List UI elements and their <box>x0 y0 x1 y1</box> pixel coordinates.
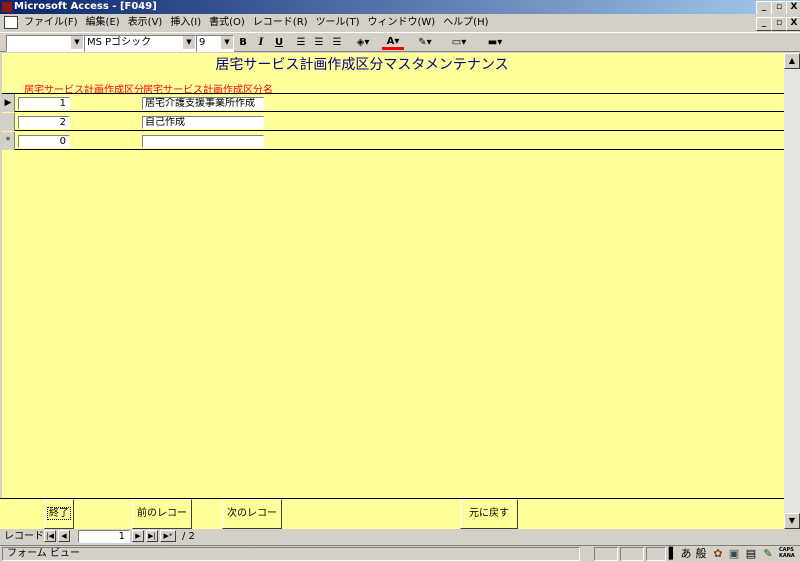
name-field[interactable] <box>142 135 264 148</box>
align-left-icon[interactable]: ☰ <box>294 36 308 50</box>
name-field[interactable]: 居宅介護支援事業所作成 <box>142 97 264 110</box>
status-panel-1 <box>594 547 618 561</box>
font-color-icon[interactable]: A▾ <box>382 36 404 50</box>
exit-button-label: 終了 <box>47 507 71 520</box>
exit-button[interactable]: 終了 <box>44 499 74 529</box>
status-panel-2 <box>620 547 644 561</box>
scroll-up-icon[interactable]: ▲ <box>784 53 800 69</box>
prev-record-button[interactable]: 前のレコード <box>132 499 192 547</box>
menu-window[interactable]: ウィンドウ(W) <box>363 14 439 32</box>
underline-button[interactable]: U <box>272 36 286 50</box>
menu-help[interactable]: ヘルプ(H) <box>439 14 492 32</box>
menu-file[interactable]: ファイル(F) <box>20 14 82 32</box>
form-title: 居宅サービス計画作成区分マスタメンテナンス <box>215 57 509 73</box>
bold-button[interactable]: B <box>236 36 250 50</box>
first-record-icon[interactable]: |◀ <box>44 530 56 542</box>
menu-bar: ファイル(F) 編集(E) 表示(V) 挿入(I) 書式(O) レコード(R) ツール(T)… <box>0 14 800 32</box>
border-width-icon[interactable]: ▬▾ <box>478 36 512 50</box>
ime-conversion-mode[interactable]: 般 <box>694 546 708 562</box>
doc-close-button[interactable]: X <box>786 17 800 31</box>
record-navigation-bar: レコード: |◀ ◀ 1 ▶ ▶| ▶* / 2 <box>0 529 800 544</box>
font-name-value: MS Pゴシック <box>87 37 152 48</box>
undo-button[interactable]: 元に戻す <box>460 499 518 529</box>
special-effect-icon[interactable]: ▭▾ <box>446 36 472 50</box>
code-field[interactable]: 0 <box>18 135 70 148</box>
code-field[interactable]: 2 <box>18 116 70 129</box>
current-record-field[interactable]: 1 <box>78 530 130 543</box>
table-row: 2 自己作成 <box>2 113 784 131</box>
italic-button[interactable]: I <box>254 36 268 50</box>
table-row: ▶ 1 居宅介護支援事業所作成 <box>2 94 784 112</box>
form-footer: 終了 前のレコード 次のレコード 元に戻す <box>0 498 784 547</box>
kana-indicator: KANA <box>779 553 795 559</box>
ime-input-mode[interactable]: あ <box>679 546 693 562</box>
next-record-button[interactable]: 次のレコード <box>222 499 282 547</box>
vertical-scrollbar[interactable]: ▲ ▼ <box>784 53 800 529</box>
chevron-down-icon[interactable]: ▼ <box>71 36 83 49</box>
menu-insert[interactable]: 挿入(I) <box>166 14 205 32</box>
line-color-icon[interactable]: ✎▾ <box>414 36 436 50</box>
align-right-icon[interactable]: ☰ <box>330 36 344 50</box>
object-combo[interactable]: ▼ <box>6 35 84 52</box>
fill-color-icon[interactable]: ◈▾ <box>352 36 374 50</box>
ime-tool-icon[interactable]: ✿ <box>711 546 725 562</box>
previous-record-icon[interactable]: ◀ <box>58 530 70 542</box>
access-key-icon <box>2 2 12 12</box>
ime-help-icon[interactable]: ✎ <box>761 546 775 562</box>
chevron-down-icon[interactable]: ▼ <box>183 36 195 49</box>
close-button[interactable]: X <box>786 1 800 15</box>
font-name-combo[interactable]: MS Pゴシック ▼ <box>84 35 196 52</box>
doc-minimize-button[interactable]: _ <box>756 17 772 31</box>
menu-tools[interactable]: ツール(T) <box>312 14 364 32</box>
scroll-down-icon[interactable]: ▼ <box>784 513 800 529</box>
form-document-icon[interactable] <box>4 15 18 29</box>
formatting-toolbar: ▼ MS Pゴシック ▼ 9 ▼ B I U ☰ ☰ ☰ ◈▾ A▾ ✎▾ ▭▾… <box>0 32 800 52</box>
record-total: / 2 <box>182 531 195 542</box>
ime-dictionary-icon[interactable]: ▤ <box>744 546 758 562</box>
name-field[interactable]: 自己作成 <box>142 116 264 129</box>
font-size-combo[interactable]: 9 ▼ <box>196 35 234 52</box>
table-row-new: * 0 <box>2 132 784 150</box>
chevron-down-icon[interactable]: ▼ <box>221 36 233 49</box>
record-selector[interactable]: ▶ <box>2 94 15 112</box>
menu-edit[interactable]: 編集(E) <box>82 14 124 32</box>
title-bar: Microsoft Access - [F049] _ ▫ X <box>0 0 800 15</box>
status-bar: フォーム ビュー ▌ あ 般 ✿ ▣ ▤ ✎ CAPS KANA <box>0 545 800 562</box>
font-size-value: 9 <box>199 37 206 48</box>
window-title: Microsoft Access - [F049] <box>14 1 157 12</box>
last-record-icon[interactable]: ▶| <box>146 530 158 542</box>
code-field[interactable]: 1 <box>18 97 70 110</box>
align-center-icon[interactable]: ☰ <box>312 36 326 50</box>
ime-bar-icon[interactable]: ▌ <box>668 546 678 562</box>
caps-kana-indicator: CAPS KANA <box>779 547 795 559</box>
record-selector[interactable] <box>2 113 15 131</box>
new-record-icon[interactable]: ▶* <box>160 530 176 542</box>
status-panel-3 <box>646 547 666 561</box>
record-nav-label: レコード: <box>4 531 48 542</box>
menu-records[interactable]: レコード(R) <box>249 14 312 32</box>
doc-restore-button[interactable]: ▫ <box>771 17 787 31</box>
menu-format[interactable]: 書式(O) <box>205 14 249 32</box>
next-record-icon[interactable]: ▶ <box>132 530 144 542</box>
ime-pad-icon[interactable]: ▣ <box>727 546 741 562</box>
form-area: 居宅サービス計画作成区分マスタメンテナンス 居宅サービス計画作成区分 居宅サービ… <box>2 53 784 499</box>
status-view-mode: フォーム ビュー <box>2 547 580 561</box>
new-record-selector[interactable]: * <box>2 132 15 150</box>
menu-view[interactable]: 表示(V) <box>124 14 167 32</box>
restore-button[interactable]: ▫ <box>771 1 787 15</box>
minimize-button[interactable]: _ <box>756 1 772 15</box>
